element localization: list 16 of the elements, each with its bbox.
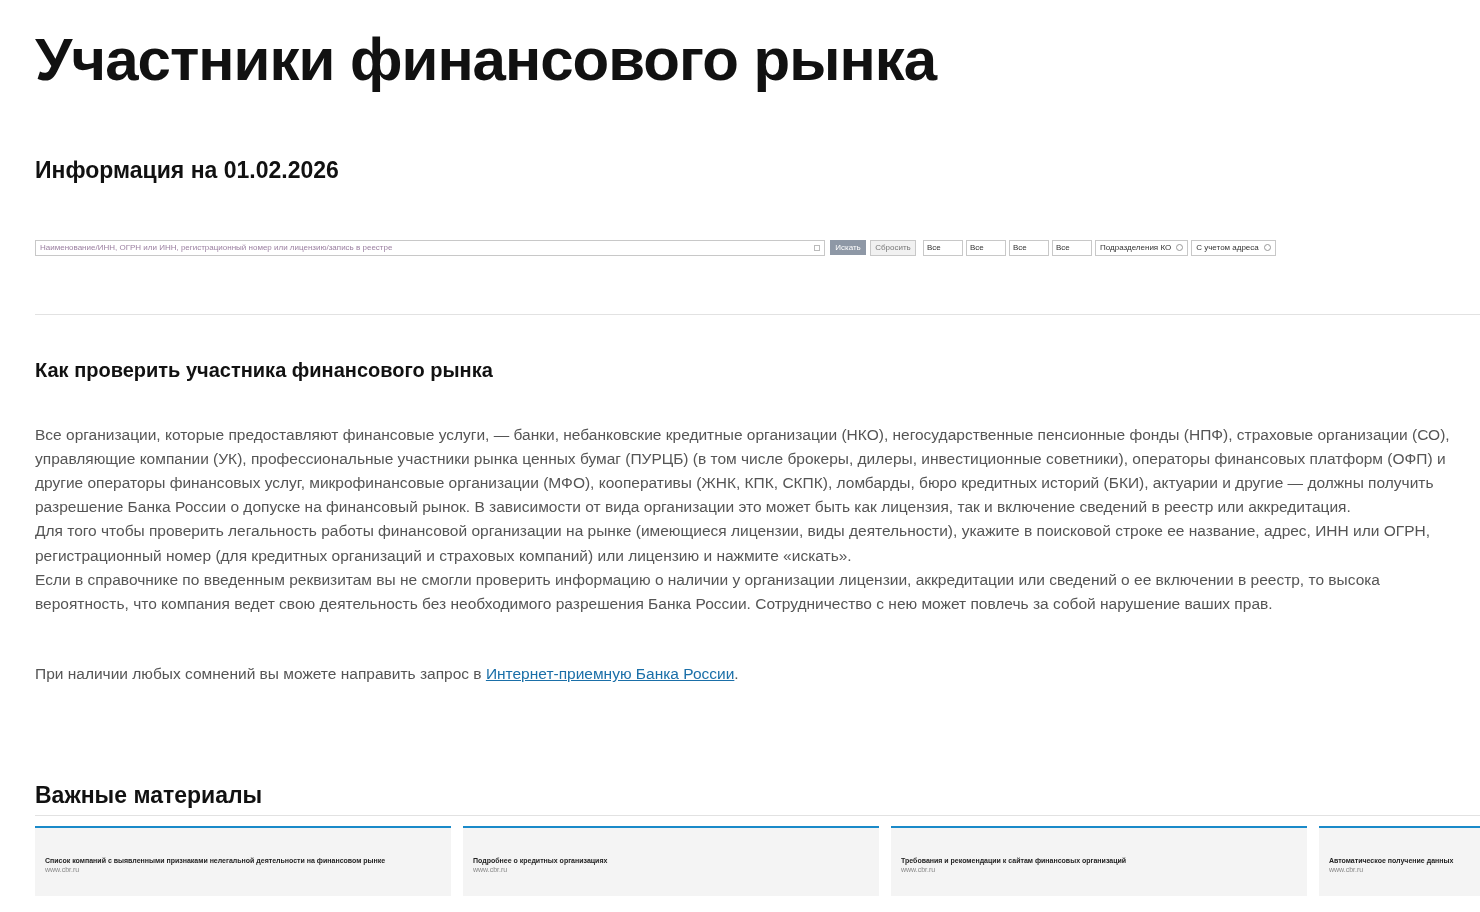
filter-select[interactable]: Все	[923, 239, 963, 256]
filter-toggle[interactable]: Подразделения КО	[1095, 239, 1189, 256]
body-paragraph: Если в справочнике по введенным реквизитам вы не смогли проверить информацию о наличии у организации лицензии, аккредитации или сведений о ее включении в реестр, то высока вероятность, что компания ведет свою деятельность без необходимого разрешения Банка России. Сотрудничество с нею может повлечь за собой нарушение ваших прав.	[35, 569, 1381, 614]
body-paragraph: Все организации, которые предоставляют финансовые услуги, — банки, небанковские кредитные организации (НКО), негосударственные пенсионные фонды (НПФ), страховые организации (СО), управляющие компании (УК), профессиональные участники рынка ценных бумаг (ПУРЦБ) (в том числе брокеры, дилеры, инвестиционные советники), операторы финансовых платформ (ОФП) и другие операторы финансовых услуг, микрофинансовые организации (МФО), кооперативы (ЖНК, КПК, СКПК), ломбарды, бюро кредитных историй (БКИ), актуарии и другие — должны получить разрешение Банка России о допуске на финансовый рынок. В зависимости от вида организации это может быть как лицензия, так и включение сведений в реестр или аккредитация.	[35, 424, 1450, 518]
section-heading: Как проверить участника финансового рынка	[35, 357, 494, 383]
filter-select[interactable]: Все	[1009, 239, 1049, 256]
filter-toggle[interactable]: С учетом адреса	[1191, 239, 1276, 256]
reset-button[interactable]: Сбросить	[870, 239, 916, 256]
section-heading: Важные материалы	[35, 778, 1480, 816]
contact-paragraph: При наличии любых сомнений вы можете направить запрос в Интернет-приемную Банка России.	[35, 664, 740, 685]
body-paragraph: Для того чтобы проверить легальность работы финансовой организации на рынке (имеющиеся лицензии, виды деятельности), укажите в поисковой строке ее название, адрес, ИНН или ОГРН, регистрационный номер (для кредитных организаций и страховых компаний) или лицензию и нажмите «искать».	[35, 521, 1432, 566]
page-title: Участники финансового рынка	[35, 25, 938, 95]
search-field[interactable]: Наименование/ИНН, ОГРН или ИНН, регистрационный номер или лицензию/запись в реестре	[35, 239, 825, 256]
filter-select[interactable]: Все	[1052, 239, 1092, 256]
info-date: Информация на 01.02.2026	[35, 156, 340, 185]
filter-select[interactable]: Все	[966, 239, 1006, 256]
